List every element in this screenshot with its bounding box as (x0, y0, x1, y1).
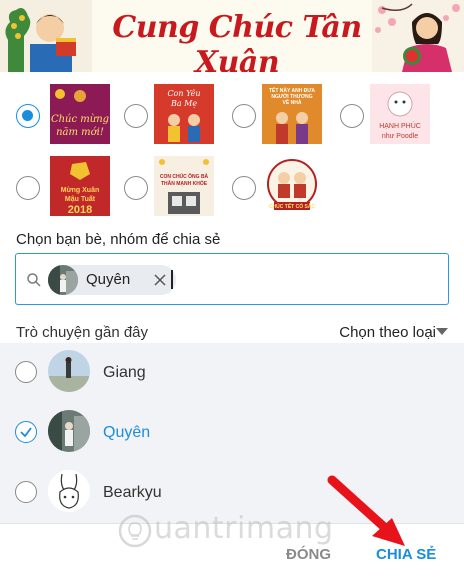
card-text: TẾT NÀY ANH ĐƯA (269, 87, 315, 94)
share-button[interactable]: CHIA SẺ (376, 546, 436, 563)
card-text: 2018 (68, 204, 92, 216)
card-text: năm mới! (56, 127, 104, 138)
avatar (48, 470, 90, 512)
filter-dropdown[interactable]: Chọn theo loại (339, 324, 436, 341)
share-target-label: Chọn bạn bè, nhóm để chia sẻ (16, 231, 221, 248)
card-radio[interactable] (124, 104, 148, 128)
card-thumbnail[interactable]: Mừng Xuân Mậu Tuất 2018 (50, 156, 110, 216)
card-thumbnail[interactable]: HẠNH PHÚC như Poodle (370, 84, 430, 144)
card-image: TẾT NÀY ANH ĐƯA NGƯỜI THƯƠNG VỀ NHÀ (262, 84, 322, 144)
card-image: Mừng Xuân Mậu Tuất 2018 (50, 156, 110, 216)
avatar (48, 410, 90, 452)
greeting-banner: Cung Chúc Tân Xuân (0, 0, 464, 72)
contact-name: Bearkyu (103, 484, 162, 501)
contact-list: Giang Quyên Bearkyu (0, 343, 464, 523)
list-item[interactable]: Quyên (0, 403, 464, 463)
card-image: Chúc mừng năm mới! (50, 84, 110, 144)
close-button[interactable]: ĐÓNG (286, 546, 331, 563)
card-thumbnail[interactable]: CHÚC TẾT CÓ SẮC (262, 156, 322, 216)
contact-name: Giang (103, 364, 146, 381)
card-text: Con Yêu (167, 89, 200, 98)
banner-right-illustration (372, 0, 464, 72)
card-radio[interactable] (340, 104, 364, 128)
card-text: THÂN MẠNH KHỎE (161, 180, 208, 187)
card-thumbnail[interactable]: Chúc mừng năm mới! (50, 84, 110, 144)
card-text: như Poodle (382, 133, 418, 140)
text-cursor (171, 270, 173, 289)
recent-chats-label: Trò chuyện gần đây (16, 324, 149, 341)
card-radio[interactable] (124, 176, 148, 200)
card-text: Ba Mẹ (170, 99, 197, 108)
card-image: HẠNH PHÚC như Poodle (370, 84, 430, 144)
card-row: Mừng Xuân Mậu Tuất 2018 CON CHÚC ÔNG BÀ … (0, 156, 464, 220)
card-radio-selected[interactable] (16, 104, 40, 128)
checkmark-icon (20, 427, 32, 438)
card-thumbnail[interactable]: CON CHÚC ÔNG BÀ THÂN MẠNH KHỎE (154, 156, 214, 216)
chip-label: Quyên (86, 271, 131, 288)
card-text: VỀ NHÀ (283, 99, 302, 106)
card-thumbnail[interactable]: TẾT NÀY ANH ĐƯA NGƯỜI THƯƠNG VỀ NHÀ (262, 84, 322, 144)
card-radio[interactable] (232, 104, 256, 128)
card-text: CHÚC TẾT CÓ SẮC (269, 202, 316, 210)
card-thumbnail[interactable]: Con Yêu Ba Mẹ (154, 84, 214, 144)
avatar (48, 350, 90, 392)
watermark-logo-icon (118, 514, 152, 548)
recipient-search-input[interactable]: Quyên (15, 253, 449, 305)
card-image: CON CHÚC ÔNG BÀ THÂN MẠNH KHỎE (154, 156, 214, 216)
banner-left-illustration (0, 0, 92, 72)
contact-radio[interactable] (15, 481, 37, 503)
card-text: HẠNH PHÚC (379, 121, 421, 130)
avatar (48, 265, 78, 295)
watermark-text: uantrimang (154, 511, 334, 546)
card-radio[interactable] (16, 176, 40, 200)
selected-recipient-chip[interactable]: Quyên (48, 265, 176, 295)
contact-name: Quyên (103, 424, 151, 441)
card-text: NGƯỜI THƯƠNG (271, 92, 312, 100)
contact-radio[interactable] (15, 361, 37, 383)
card-image: CHÚC TẾT CÓ SẮC (262, 156, 322, 216)
card-radio[interactable] (232, 176, 256, 200)
contact-checkbox-checked[interactable] (15, 421, 37, 443)
card-image: Con Yêu Ba Mẹ (154, 84, 214, 144)
card-text: CON CHÚC ÔNG BÀ (160, 172, 209, 180)
list-item[interactable]: Giang (0, 343, 464, 403)
card-text: Mậu Tuất (65, 195, 96, 203)
banner-title: Cung Chúc Tân Xuân (112, 10, 362, 72)
card-text: Mừng Xuân (61, 187, 100, 194)
close-icon[interactable] (152, 272, 168, 288)
search-icon (27, 273, 41, 287)
chevron-down-icon[interactable] (436, 328, 448, 336)
card-text: Chúc mừng (51, 114, 109, 125)
card-row: Chúc mừng năm mới! Con Yêu Ba Mẹ TẾT NÀY… (0, 84, 464, 148)
